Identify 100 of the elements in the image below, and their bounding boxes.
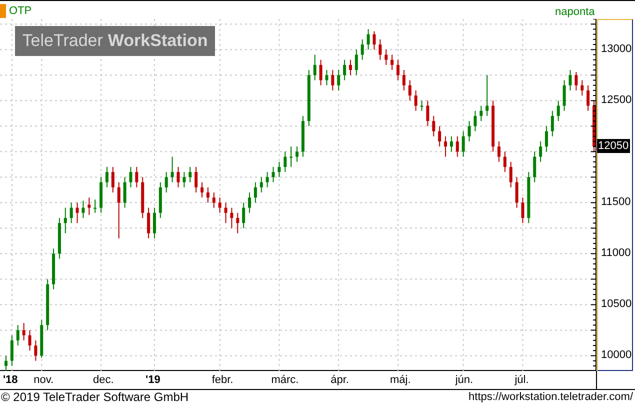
candlestick (432, 115, 436, 137)
axis-label: jún. (455, 375, 474, 386)
candlestick (521, 197, 524, 224)
candlestick (331, 70, 334, 91)
candlestick (580, 80, 584, 96)
axis-label: dec. (93, 375, 114, 386)
candlestick (426, 100, 430, 127)
candlestick (82, 200, 85, 218)
candlestick (296, 146, 299, 162)
axis-label: 10000 (601, 350, 632, 361)
candlestick (123, 176, 126, 208)
candlestick (129, 166, 132, 188)
interval-label: naponta (555, 5, 595, 20)
candlestick (212, 192, 216, 208)
candlestick (503, 151, 506, 173)
candlestick (456, 136, 459, 158)
candlestick (260, 176, 263, 193)
axis-label: febr. (212, 375, 234, 386)
candlestick (111, 166, 114, 193)
candlestick (574, 72, 578, 91)
candlestick (88, 197, 91, 216)
candlestick (176, 166, 180, 188)
candlestick (16, 324, 20, 346)
axis-label: 11500 (601, 196, 631, 208)
candlestick (164, 172, 168, 193)
candlestick (22, 322, 26, 341)
candlestick (34, 340, 38, 362)
candlestick (509, 161, 512, 188)
axis-label: máj. (390, 375, 411, 386)
candlestick (10, 334, 14, 366)
candlestick (396, 59, 400, 81)
candlestick (64, 207, 67, 234)
candlestick (444, 136, 448, 158)
candlestick (360, 38, 364, 60)
instrument-label: OTP (9, 4, 32, 19)
axis-label: ápr. (330, 375, 349, 386)
candlestick (366, 28, 370, 50)
candlestick (450, 136, 453, 152)
candlestick (230, 207, 234, 229)
candlestick (378, 38, 382, 60)
candlestick (539, 140, 542, 162)
candlestick (348, 59, 352, 76)
candlestick (468, 120, 471, 142)
candlestick (486, 74, 489, 116)
candlestick (200, 182, 204, 198)
candlestick (182, 172, 186, 188)
candlestick (224, 202, 228, 224)
candlestick (414, 90, 418, 112)
candlestick (497, 140, 500, 162)
last-price-tag: 12050 (597, 139, 630, 153)
candlestick (515, 176, 518, 208)
candlestick (474, 110, 477, 132)
candlestick (533, 151, 536, 183)
candlestick (266, 172, 269, 188)
candlestick (254, 182, 257, 204)
copyright-text: © 2019 TeleTrader Software GmbH (1, 391, 189, 403)
candlestick (135, 166, 138, 188)
candlestick (354, 49, 358, 76)
candlestick (313, 54, 316, 81)
candlestick (284, 151, 287, 173)
candlestick (586, 84, 590, 112)
logo-badge: TeleTrader WorkStation (15, 26, 215, 56)
candlestick (402, 70, 406, 91)
candlestick (242, 202, 246, 229)
candlestick (562, 80, 566, 112)
candlestick (4, 355, 8, 371)
candlestick (272, 166, 275, 183)
candlestick (390, 54, 394, 71)
candlestick (544, 126, 548, 152)
candlestick (384, 49, 388, 66)
candlestick (76, 202, 79, 224)
candlestick (556, 100, 560, 122)
axis-label: 11000 (601, 248, 631, 259)
candlestick (94, 199, 97, 214)
candlestick (188, 166, 192, 183)
candlestick (194, 166, 198, 193)
candlestick (170, 156, 174, 183)
candlestick (550, 110, 554, 137)
candlestick (325, 70, 328, 86)
candlestick (70, 202, 73, 224)
candlestick (343, 59, 346, 81)
candlestick (408, 80, 412, 102)
candlestick (218, 197, 222, 214)
candlestick (248, 192, 252, 214)
axis-label: '18 (2, 375, 18, 386)
marker-icon (0, 4, 6, 18)
axis-label: 12500 (601, 94, 632, 106)
candlestick (462, 130, 465, 158)
candlestick (117, 182, 120, 239)
axis-label: 10500 (601, 298, 632, 310)
candlestick (290, 146, 293, 168)
candlestick (568, 70, 572, 91)
candlestick (152, 207, 156, 239)
candlestick (420, 100, 424, 112)
axis-label: nov. (34, 375, 54, 386)
candlestick (480, 105, 483, 122)
candlestick (278, 161, 281, 178)
axis-label: 13000 (601, 44, 632, 55)
candlestick (206, 186, 210, 204)
axis-label: '19 (145, 375, 160, 386)
